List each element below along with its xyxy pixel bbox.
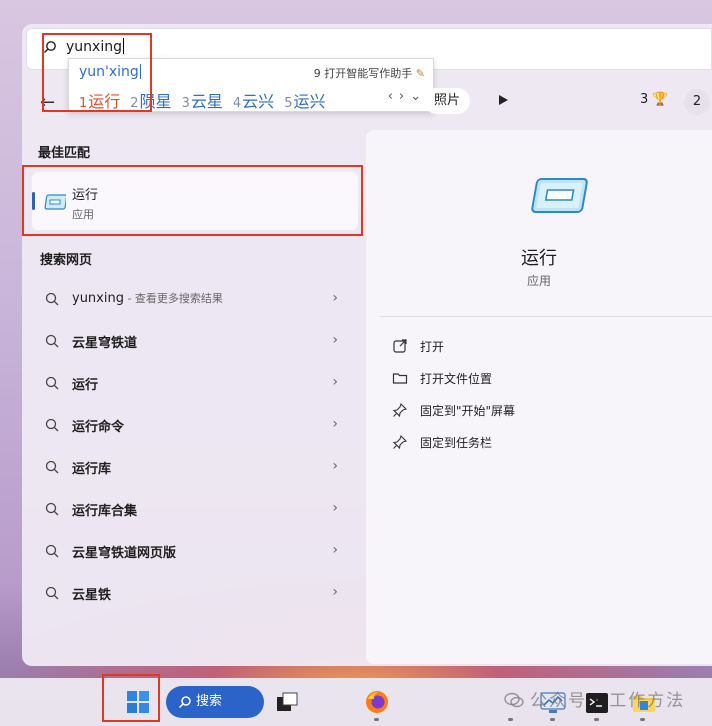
list-item-label: 云星穹铁道网页版 (72, 546, 177, 561)
detail-subtitle: 应用 (526, 274, 551, 288)
ime-candidate-window[interactable]: yun'xing 9 打开智能写作助手 ✎ 1运行 2陨星 3云星 4云兴 5运… (68, 58, 434, 112)
action-pin-to-start[interactable]: 固定到"开始"屏幕 (392, 402, 515, 419)
search-icon (45, 376, 59, 390)
ime-candidate-5[interactable]: 5运兴 (284, 88, 325, 112)
search-icon (45, 544, 59, 558)
running-indicator (508, 718, 513, 721)
list-item-label: 运行命令 (72, 420, 125, 435)
list-item[interactable]: 运行命令 › (32, 404, 358, 446)
chevron-right-icon: › (332, 332, 338, 348)
chevron-right-icon: › (332, 374, 338, 390)
task-view-icon[interactable] (276, 692, 298, 712)
list-item[interactable]: 云星穹铁道网页版 › (32, 530, 358, 572)
best-match-run-app[interactable]: 运行 应用 (32, 172, 358, 230)
list-item-label: 运行库合集 (72, 504, 138, 519)
chevron-right-icon: › (332, 584, 338, 600)
taskbar-search-button[interactable]: 搜索 (166, 686, 264, 718)
best-match-heading: 最佳匹配 (38, 146, 91, 161)
assistant-icon: ✎ (415, 67, 425, 80)
ime-candidate-3[interactable]: 3云星 (182, 88, 223, 112)
running-indicator (550, 718, 555, 721)
trophy-icon: 🏆 (652, 92, 669, 107)
wechat-logo-icon (504, 692, 524, 708)
list-item-label: yunxing - 查看更多搜索结果 (72, 291, 223, 306)
web-results: yunxing - 查看更多搜索结果 › 云星穹铁道 › 运行 › 运行命令 ›… (32, 278, 358, 614)
search-icon (45, 418, 59, 432)
search-icon (45, 460, 59, 474)
ime-writing-assistant[interactable]: 9 打开智能写作助手 ✎ (314, 65, 425, 81)
detail-title: 运行 (521, 248, 557, 269)
search-icon (178, 696, 191, 709)
pin-icon (392, 402, 408, 418)
search-icon (44, 41, 56, 53)
action-pin-to-taskbar[interactable]: 固定到任务栏 (392, 434, 492, 451)
selection-indicator (32, 192, 35, 210)
search-icon (45, 292, 59, 306)
firefox-icon[interactable] (365, 690, 389, 714)
windows-start-icon[interactable] (126, 690, 150, 714)
divider (380, 316, 712, 317)
list-item[interactable]: 云星铁 › (32, 572, 358, 614)
ime-candidate-1[interactable]: 1运行 (79, 88, 120, 112)
action-open-file-location[interactable]: 打开文件位置 (392, 370, 492, 387)
list-item-label: 运行 (72, 378, 99, 393)
text-caret (122, 38, 124, 54)
running-indicator (594, 718, 599, 721)
folder-icon (392, 373, 408, 384)
list-item[interactable]: 运行 › (32, 362, 358, 404)
chevron-right-icon: › (332, 500, 338, 516)
web-search-heading: 搜索网页 (40, 253, 93, 268)
list-item[interactable]: yunxing - 查看更多搜索结果 › (32, 278, 358, 320)
search-icon (45, 334, 59, 348)
best-match-subtitle: 应用 (72, 208, 94, 221)
running-indicator (640, 718, 645, 721)
ime-candidate-2[interactable]: 2陨星 (130, 88, 171, 112)
best-match-title: 运行 (72, 188, 99, 203)
list-item-label: 云星穹铁道 (72, 336, 138, 351)
list-item[interactable]: 云星穹铁道 › (32, 320, 358, 362)
ime-page-arrows-icon[interactable]: ‹›⌄ (388, 89, 427, 104)
action-open[interactable]: 打开 (392, 338, 444, 355)
watermark: 公众号 · 工作方法 (504, 686, 685, 711)
run-app-icon (44, 194, 66, 210)
filter-photos[interactable]: 照片 (424, 88, 471, 114)
chevron-right-icon: › (332, 542, 338, 558)
list-item[interactable]: 运行库 › (32, 446, 358, 488)
list-item[interactable]: 运行库合集 › (32, 488, 358, 530)
chevron-right-icon: › (332, 416, 338, 432)
ime-pinyin: yun'xing (79, 64, 141, 80)
chevron-right-icon: › (332, 458, 338, 474)
list-item-label: 运行库 (72, 462, 112, 477)
search-query[interactable]: yunxing (66, 38, 124, 55)
ime-candidates: 1运行 2陨星 3云星 4云兴 5运兴 (79, 88, 325, 112)
ime-candidate-4[interactable]: 4云兴 (233, 88, 274, 112)
chevron-right-icon: › (332, 290, 338, 306)
list-item-label: 云星铁 (72, 588, 112, 603)
search-icon (45, 586, 59, 600)
rewards-count[interactable]: 3 🏆 (640, 92, 669, 107)
running-indicator (374, 718, 379, 721)
play-icon[interactable] (497, 94, 509, 106)
back-arrow-icon[interactable]: ← (40, 92, 55, 113)
search-icon (45, 502, 59, 516)
run-app-large-icon (531, 178, 588, 213)
avatar[interactable]: 2 (684, 89, 710, 115)
pin-icon (392, 434, 408, 450)
open-icon (393, 339, 407, 353)
